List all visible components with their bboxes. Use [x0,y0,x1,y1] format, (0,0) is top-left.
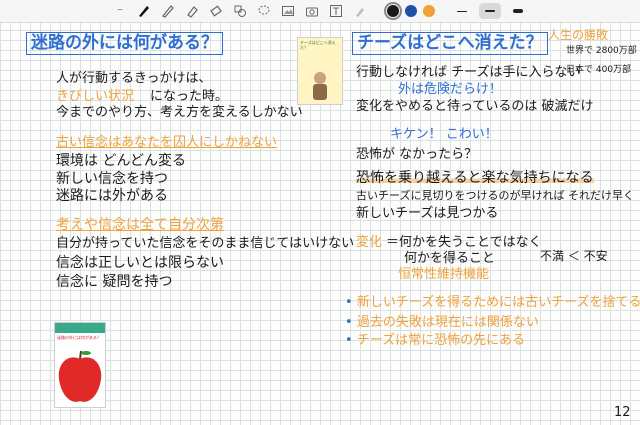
side-note: 世界で 2800万部 [566,46,637,56]
bullet-text: 新しいチーズを得るためには古いチーズを捨てる [356,295,640,310]
left-title: 迷路の外には何がある？ [26,32,223,55]
left-line: 信念は正しいとは限らない [56,255,224,271]
camera-icon[interactable] [303,2,321,20]
pencil-icon[interactable] [159,2,177,20]
brush-icon[interactable] [351,2,369,20]
toolbar: ⁻ [0,0,640,23]
pen-icon[interactable] [135,2,153,20]
page-number: 12 [614,405,631,420]
dash-icon[interactable]: ⁻ [111,2,129,20]
right-line: ＝何かを失うことではなく [386,235,542,250]
left-line: になった時。 [150,89,229,104]
bullet-item: • チーズは常に恐怖の先にある [345,333,526,348]
left-line: 今までのやり方、考え方を変えるしかない [56,105,303,120]
maze-book-title: 迷路の外には何がある？ [57,335,101,340]
left-line: 信念に 疑問を持つ [56,274,173,290]
right-line-orange: 恒常性維持機能 [398,267,490,282]
color-orange-swatch[interactable] [423,5,435,17]
bullet-text: チーズは常に恐怖の先にある [356,333,526,348]
left-line-highlight: きびしい状況 [56,89,135,104]
left-line: 環境は どんどん変る [56,153,187,169]
bullet-item: • 新しいチーズを得るためには古いチーズを捨てる [345,295,640,310]
right-line: 古いチーズに見切りをつけるのが早ければ それだけ早く [356,189,634,202]
right-line-blue: 外は危険だらけ！ [398,82,503,97]
apple-image [58,350,102,402]
thickness-thin-button[interactable] [451,3,473,19]
right-title: チーズはどこへ消えた？ [352,32,548,55]
right-line: 行動しなければ チーズは手に入らない [356,65,581,80]
cheese-figure-image [313,72,327,100]
image-icon[interactable] [279,2,297,20]
highlighter-icon[interactable] [183,2,201,20]
right-line: 何かを得ること [404,251,496,266]
comparison-note: 不満 ＜ 不安 [540,249,608,263]
right-line-highlighted: 恐怖を乗り越えると楽な気持ちになる [356,170,594,186]
side-note-heading: 人生の勝敗 [548,28,609,42]
left-line: 新しい信念を持つ [56,171,168,187]
left-line-heading: 考えや信念は全て自分次第 [56,217,224,233]
change-label: 変化 [356,235,383,250]
lasso-icon[interactable] [255,2,273,20]
left-line: 迷路には外がある [56,188,168,204]
right-line: 変化をやめると待っているのは 破滅だけ [356,99,594,114]
left-line: 人が行動するきっかけは、 [56,71,212,86]
right-line-blue: キケン！ こわい！ [390,127,498,142]
text-icon[interactable] [327,2,345,20]
left-line: 自分が持っていた信念をそのまま信じてはいけない [56,236,355,251]
right-line: 恐怖が なかったら？ [356,147,478,162]
left-line-heading: 古い信念はあなたを囚人にしかねない [56,135,278,150]
cheese-book-cover[interactable]: チーズはどこへ消えた？ [297,37,343,105]
maze-book-cover[interactable]: 迷路の外には何がある？ [54,322,106,408]
thickness-thick-button[interactable] [507,3,529,19]
eraser-icon[interactable] [207,2,225,20]
shapes-icon[interactable] [231,2,249,20]
cheese-book-title: チーズはどこへ消えた？ [300,40,336,50]
right-line: 新しいチーズは見つかる [356,206,499,221]
bullet-item: • 過去の失敗は現在には関係ない [345,315,539,330]
bullet-text: 過去の失敗は現在には関係ない [356,315,539,330]
color-blue-swatch[interactable] [405,5,417,17]
color-black-swatch[interactable] [384,2,402,20]
thickness-medium-button[interactable] [479,3,501,19]
